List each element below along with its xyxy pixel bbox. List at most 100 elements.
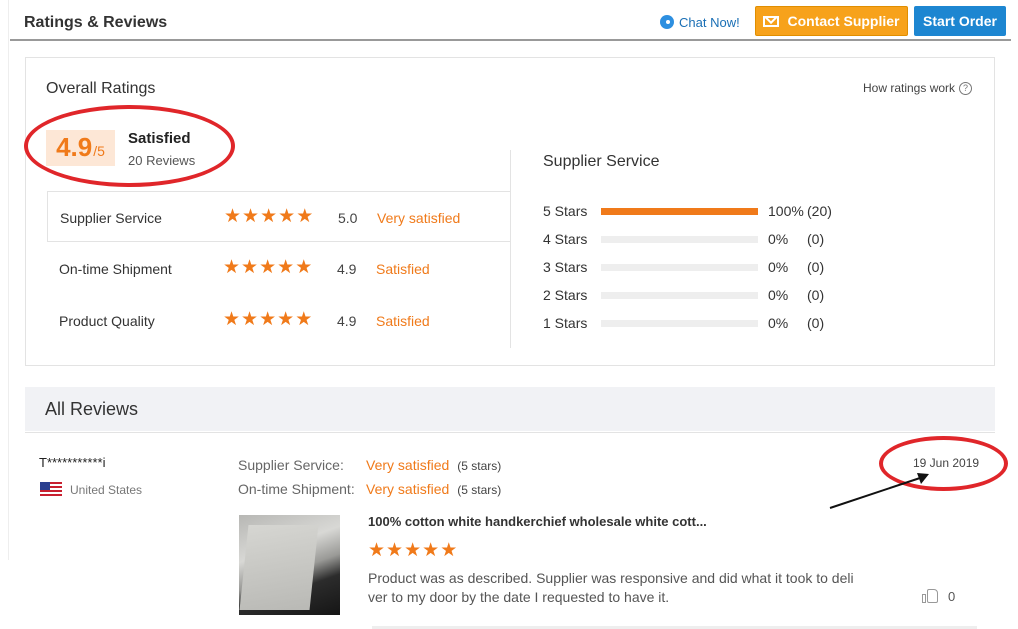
star-icon: ★: [223, 257, 241, 278]
distribution-count: (0): [807, 259, 825, 275]
distribution-bar: [601, 320, 758, 327]
contact-supplier-label: Contact Supplier: [787, 13, 900, 29]
distribution-bar: [601, 236, 758, 243]
rating-text: Satisfied: [376, 261, 430, 277]
star-icon: ★: [295, 257, 313, 278]
star-icon: ★: [259, 257, 277, 278]
star-icon: ★: [241, 309, 259, 330]
star-icon: ★: [295, 309, 313, 330]
overall-satisfaction: Satisfied: [128, 130, 191, 147]
distribution-title: Supplier Service: [543, 153, 660, 170]
contact-supplier-button[interactable]: Contact Supplier: [755, 6, 908, 36]
chat-now-link[interactable]: Chat Now!: [660, 13, 740, 31]
distribution-row: 4 Stars 0% (0): [543, 229, 863, 249]
distribution-percent: 0%: [768, 231, 789, 247]
distribution-row: 2 Stars 0% (0): [543, 285, 863, 305]
distribution-count: (0): [807, 287, 825, 303]
chat-now-label: Chat Now!: [679, 14, 740, 30]
star-icon: ★: [259, 309, 277, 330]
distribution-count: (0): [807, 231, 825, 247]
distribution-label: 2 Stars: [543, 287, 588, 303]
rating-stars: ★ ★ ★ ★ ★: [223, 258, 312, 277]
helpful-button[interactable]: 0: [922, 588, 955, 604]
rating-label: On-time Shipment: [59, 261, 172, 277]
star-icon: ★: [368, 540, 386, 561]
review-supplier-service: Supplier Service: Very satisfied (5 star…: [238, 457, 501, 473]
review-service-label: Supplier Service:: [238, 457, 344, 473]
mail-icon: [763, 15, 780, 27]
review-on-time-shipment: On-time Shipment: Very satisfied (5 star…: [238, 481, 501, 497]
rating-stars: ★ ★ ★ ★ ★: [224, 207, 313, 226]
country-name: United States: [70, 482, 143, 497]
review-shipment-value: Very satisfied: [366, 481, 450, 497]
reviews-count: 20 Reviews: [128, 153, 196, 168]
star-icon: ★: [277, 257, 295, 278]
all-reviews-title: All Reviews: [45, 399, 139, 419]
rating-label: Supplier Service: [60, 210, 162, 226]
star-icon: ★: [404, 540, 422, 561]
distribution-bar: [601, 208, 758, 215]
all-reviews-divider: [25, 432, 995, 433]
distribution-label: 1 Stars: [543, 315, 588, 331]
star-icon: ★: [277, 309, 295, 330]
star-icon: ★: [223, 309, 241, 330]
review-shipment-stars: (5 stars): [457, 483, 502, 497]
star-icon: ★: [242, 206, 260, 227]
page-title: Ratings & Reviews: [24, 14, 168, 31]
start-order-button[interactable]: Start Order: [914, 6, 1006, 36]
how-ratings-work-link[interactable]: How ratings work ?: [863, 81, 973, 95]
distribution-bar: [601, 264, 758, 271]
distribution-percent: 0%: [768, 287, 789, 303]
distribution-percent: 0%: [768, 259, 789, 275]
rating-row-product-quality: Product Quality ★ ★ ★ ★ ★ 4.9 Satisfied: [47, 295, 511, 345]
distribution-label: 5 Stars: [543, 203, 588, 219]
distribution-percent: 100%: [768, 203, 804, 219]
star-icon: ★: [296, 206, 314, 227]
distribution-row: 1 Stars 0% (0): [543, 313, 863, 333]
star-icon: ★: [224, 206, 242, 227]
star-icon: ★: [241, 257, 259, 278]
overall-score: 4.9: [56, 132, 93, 162]
star-icon: ★: [386, 540, 404, 561]
distribution-bar: [601, 292, 758, 299]
rating-score: 4.9: [337, 313, 357, 329]
annotation-arrow: [829, 473, 929, 509]
us-flag-icon: [40, 482, 62, 497]
page-edge: [0, 0, 9, 560]
review-service-stars: (5 stars): [457, 459, 502, 473]
rating-score: 5.0: [338, 210, 358, 226]
product-rating-stars: ★ ★ ★ ★ ★: [368, 541, 457, 560]
header-divider: [10, 39, 1011, 41]
rating-text: Very satisfied: [377, 210, 461, 226]
reviewer-name: T***********i: [39, 455, 106, 470]
distribution-count: (20): [807, 203, 832, 219]
star-icon: ★: [278, 206, 296, 227]
product-title-link[interactable]: 100% cotton white handkerchief wholesale…: [368, 514, 707, 529]
thumbs-up-icon: [922, 588, 938, 604]
helpful-count: 0: [948, 588, 956, 604]
review-shipment-label: On-time Shipment:: [238, 481, 355, 497]
review-comment: Product was as described. Supplier was r…: [368, 570, 854, 605]
distribution-percent: 0%: [768, 315, 789, 331]
rating-row-supplier-service: Supplier Service ★ ★ ★ ★ ★ 5.0 Very satisfie…: [47, 191, 511, 242]
distribution-row: 5 Stars 100% (20): [543, 201, 863, 221]
review-service-value: Very satisfied: [366, 457, 450, 473]
overall-ratings-title: Overall Ratings: [46, 80, 156, 97]
overall-score-badge: 4.9 /5: [46, 130, 115, 166]
distribution-row: 3 Stars 0% (0): [543, 257, 863, 277]
distribution-count: (0): [807, 315, 825, 331]
reviewer-country: United States: [40, 482, 142, 497]
chat-icon: [660, 15, 674, 29]
how-ratings-work-label: How ratings work: [863, 81, 956, 95]
ratings-divider: [510, 150, 511, 348]
product-thumbnail[interactable]: [239, 515, 340, 615]
help-icon: ?: [959, 81, 973, 95]
rating-score: 4.9: [337, 261, 357, 277]
rating-label: Product Quality: [59, 313, 155, 329]
star-icon: ★: [260, 206, 278, 227]
star-icon: ★: [422, 540, 440, 561]
all-reviews-header: [25, 387, 995, 431]
star-icon: ★: [440, 540, 458, 561]
rating-row-on-time-shipment: On-time Shipment ★ ★ ★ ★ ★ 4.9 Satisfied: [47, 243, 511, 293]
distribution-label: 3 Stars: [543, 259, 588, 275]
